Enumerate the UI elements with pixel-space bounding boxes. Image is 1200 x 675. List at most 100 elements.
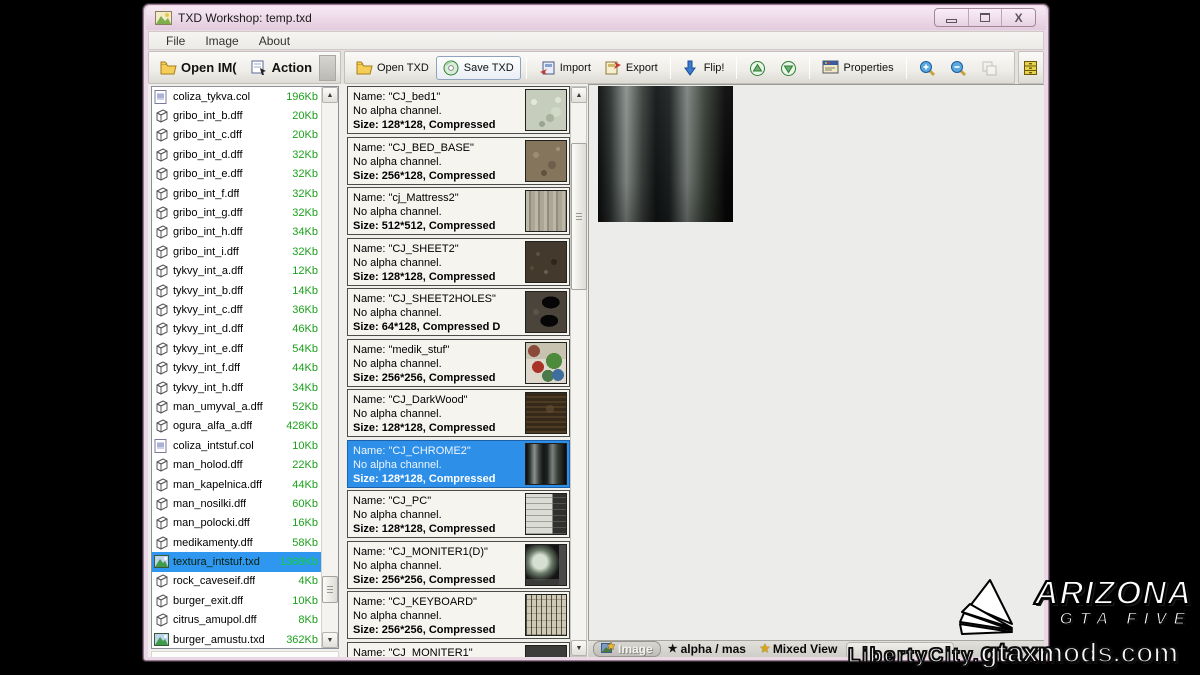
move-up-button[interactable]	[742, 56, 773, 80]
file-size: 32Kb	[292, 148, 318, 161]
texture-size-info: Size: 128*128, Compressed	[353, 422, 496, 434]
file-row[interactable]: gribo_int_d.dff 32Kb	[152, 145, 321, 164]
open-img-button[interactable]: Open IM(	[153, 56, 244, 80]
texture-thumbnail	[525, 190, 567, 232]
open-txd-button[interactable]: Open TXD	[349, 56, 436, 80]
import-button[interactable]: Import	[532, 56, 598, 80]
texture-size-info: Size: 64*128, Compressed D	[353, 321, 501, 333]
export-button[interactable]: Export	[598, 56, 665, 80]
texture-thumbnail	[525, 240, 567, 283]
texture-entry[interactable]: Name: "CJ_CHROME2" No alpha channel. Size:…	[347, 439, 570, 488]
file-row[interactable]: medikamenty.dff 58Kb	[152, 533, 321, 552]
scrollbar-thumb[interactable]	[571, 143, 587, 290]
texture-entry[interactable]: Name: "CJ_SHEET2" No alpha channel. Size: …	[347, 237, 570, 286]
move-down-button[interactable]	[773, 56, 804, 80]
action-label: Action	[271, 60, 313, 75]
texture-entry[interactable]: Name: "CJ_bed1" No alpha channel. Size: 12…	[347, 86, 570, 134]
file-size: 16Kb	[292, 517, 318, 530]
texture-entry[interactable]: Name: "cj_Mattress2" No alpha channel. Siz…	[347, 187, 570, 235]
file-row[interactable]: gribo_int_c.dff 20Kb	[152, 126, 321, 145]
title-bar[interactable]: TXD Workshop: temp.txd X	[146, 6, 1046, 30]
main-area: coliza_tykva.col 196Kb gribo_int_b.dff 20Kb…	[148, 84, 1044, 657]
file-row[interactable]: gribo_int_b.dff 20Kb	[152, 106, 321, 125]
flip-button[interactable]: Flip!	[676, 56, 732, 80]
dff-file-icon	[154, 458, 170, 472]
file-row[interactable]: ogura_alfa_a.dff 428Kb	[152, 417, 321, 436]
scroll-up-button[interactable]: ▲	[571, 87, 587, 103]
file-row[interactable]: gribo_int_g.dff 32Kb	[152, 203, 321, 222]
file-row[interactable]: burger_exit.dff 10Kb	[152, 591, 321, 610]
action-button[interactable]: Action	[244, 56, 319, 80]
tab-mixed-label: Mixed View	[772, 642, 838, 656]
file-row[interactable]: man_umyval_a.dff 52Kb	[152, 397, 321, 416]
menu-file[interactable]: File	[157, 32, 194, 50]
scroll-down-button[interactable]: ▼	[322, 632, 338, 648]
dff-file-icon	[154, 594, 170, 608]
menu-about[interactable]: About	[250, 32, 299, 50]
file-list-scrollbar[interactable]: ▲ ▼	[321, 87, 338, 648]
file-row[interactable]: coliza_intstuf.col 10Kb	[152, 436, 321, 455]
texture-name: Name: "CJ_SHEET2HOLES"	[353, 293, 496, 305]
file-row[interactable]: gribo_int_h.dff 34Kb	[152, 223, 321, 242]
file-row[interactable]: tykvy_int_c.dff 36Kb	[152, 300, 321, 319]
file-row[interactable]: gribo_int_i.dff 32Kb	[152, 242, 321, 261]
inactive-tab[interactable]	[846, 641, 955, 657]
file-row[interactable]: tykvy_int_d.dff 46Kb	[152, 320, 321, 339]
texture-alpha-info: No alpha channel.	[353, 256, 442, 269]
dff-file-icon	[154, 148, 170, 162]
texture-entry[interactable]: Name: "CJ_MONITER1(D)" No alpha channel. S…	[347, 540, 570, 589]
close-button[interactable]: X	[1002, 9, 1035, 26]
texture-size-info: Size: 512*512, Compressed	[353, 220, 496, 232]
copy-button[interactable]	[974, 56, 1005, 80]
file-name: tykvy_int_f.dff	[173, 362, 241, 375]
file-row[interactable]: man_holod.dff 22Kb	[152, 455, 321, 474]
scroll-down-button[interactable]: ▼	[571, 640, 587, 656]
texture-entry[interactable]: Name: "medik_stuf" No alpha channel. Size:…	[347, 338, 570, 387]
file-row[interactable]: textura_intstuf.txd 1368Kb	[152, 552, 321, 572]
scrollbar-thumb[interactable]	[322, 576, 338, 603]
file-row[interactable]: man_polocki.dff 16Kb	[152, 514, 321, 533]
file-row[interactable]: man_nosilki.dff 60Kb	[152, 494, 321, 513]
scroll-up-button[interactable]: ▲	[322, 87, 338, 103]
menu-image[interactable]: Image	[196, 32, 247, 50]
texture-list-scrollbar[interactable]: ▲ ▼	[570, 86, 587, 657]
texture-entry[interactable]: Name: "CJ_MONITER1"No alpha channel.Size…	[347, 641, 570, 657]
dff-file-icon	[154, 167, 170, 181]
file-row[interactable]: citrus_amupol.dff 8Kb	[152, 611, 321, 630]
texture-thumbnail	[525, 442, 567, 485]
file-row[interactable]: burger_amustu.txd 362Kb	[152, 630, 321, 648]
maximize-button[interactable]	[969, 9, 1003, 26]
minimize-button[interactable]	[935, 9, 969, 26]
file-row[interactable]: gribo_int_f.dff 32Kb	[152, 184, 321, 203]
texture-entry[interactable]: Name: "CJ_KEYBOARD" No alpha channel. Size…	[347, 591, 570, 639]
zoom-in-button[interactable]	[912, 56, 943, 80]
file-row[interactable]: tykvy_int_e.dff 54Kb	[152, 339, 321, 358]
file-row[interactable]: coliza_tykva.col 196Kb	[152, 87, 321, 106]
texture-thumbnail	[525, 139, 567, 182]
file-row[interactable]: tykvy_int_f.dff 44Kb	[152, 358, 321, 377]
texture-entry[interactable]: Name: "CJ_BED_BASE" No alpha channel. Size…	[347, 136, 570, 185]
texture-entry[interactable]: Name: "CJ_SHEET2HOLES" No alpha channel. S…	[347, 288, 570, 336]
file-row[interactable]: tykvy_int_a.dff 12Kb	[152, 262, 321, 281]
file-row[interactable]: tykvy_int_h.dff 34Kb	[152, 378, 321, 397]
open-txd-label: Open TXD	[377, 61, 429, 74]
tab-alpha-mask[interactable]: ★ alpha / mas	[661, 641, 753, 657]
save-txd-button[interactable]: Save TXD	[435, 55, 521, 80]
file-row[interactable]: rock_caveseif.dff 4Kb	[152, 572, 321, 591]
file-row[interactable]: tykvy_int_b.dff 14Kb	[152, 281, 321, 300]
zoom-out-button[interactable]	[943, 56, 974, 80]
dff-file-icon	[154, 497, 170, 511]
texture-entry[interactable]: Name: "CJ_DarkWood" No alpha channel. Size…	[347, 389, 570, 437]
file-row[interactable]: man_kapelnica.dff 44Kb	[152, 475, 321, 494]
file-name: tykvy_int_d.dff	[173, 323, 244, 336]
dff-file-icon	[154, 322, 170, 336]
tab-image[interactable]: Image	[593, 641, 661, 657]
file-name: man_umyval_a.dff	[173, 400, 263, 413]
texture-entry[interactable]: Name: "CJ_PC" No alpha channel. Size: 128*…	[347, 490, 570, 538]
tab-mixed-view[interactable]: ★ Mixed View	[753, 641, 844, 657]
file-row[interactable]: gribo_int_e.dff 32Kb	[152, 165, 321, 184]
cabinet-button[interactable]	[1020, 57, 1043, 79]
properties-button[interactable]: Properties	[815, 56, 900, 80]
img-file-list: coliza_tykva.col 196Kb gribo_int_b.dff 20Kb…	[151, 86, 339, 649]
tab-alpha-label: alpha / mas	[680, 642, 746, 656]
